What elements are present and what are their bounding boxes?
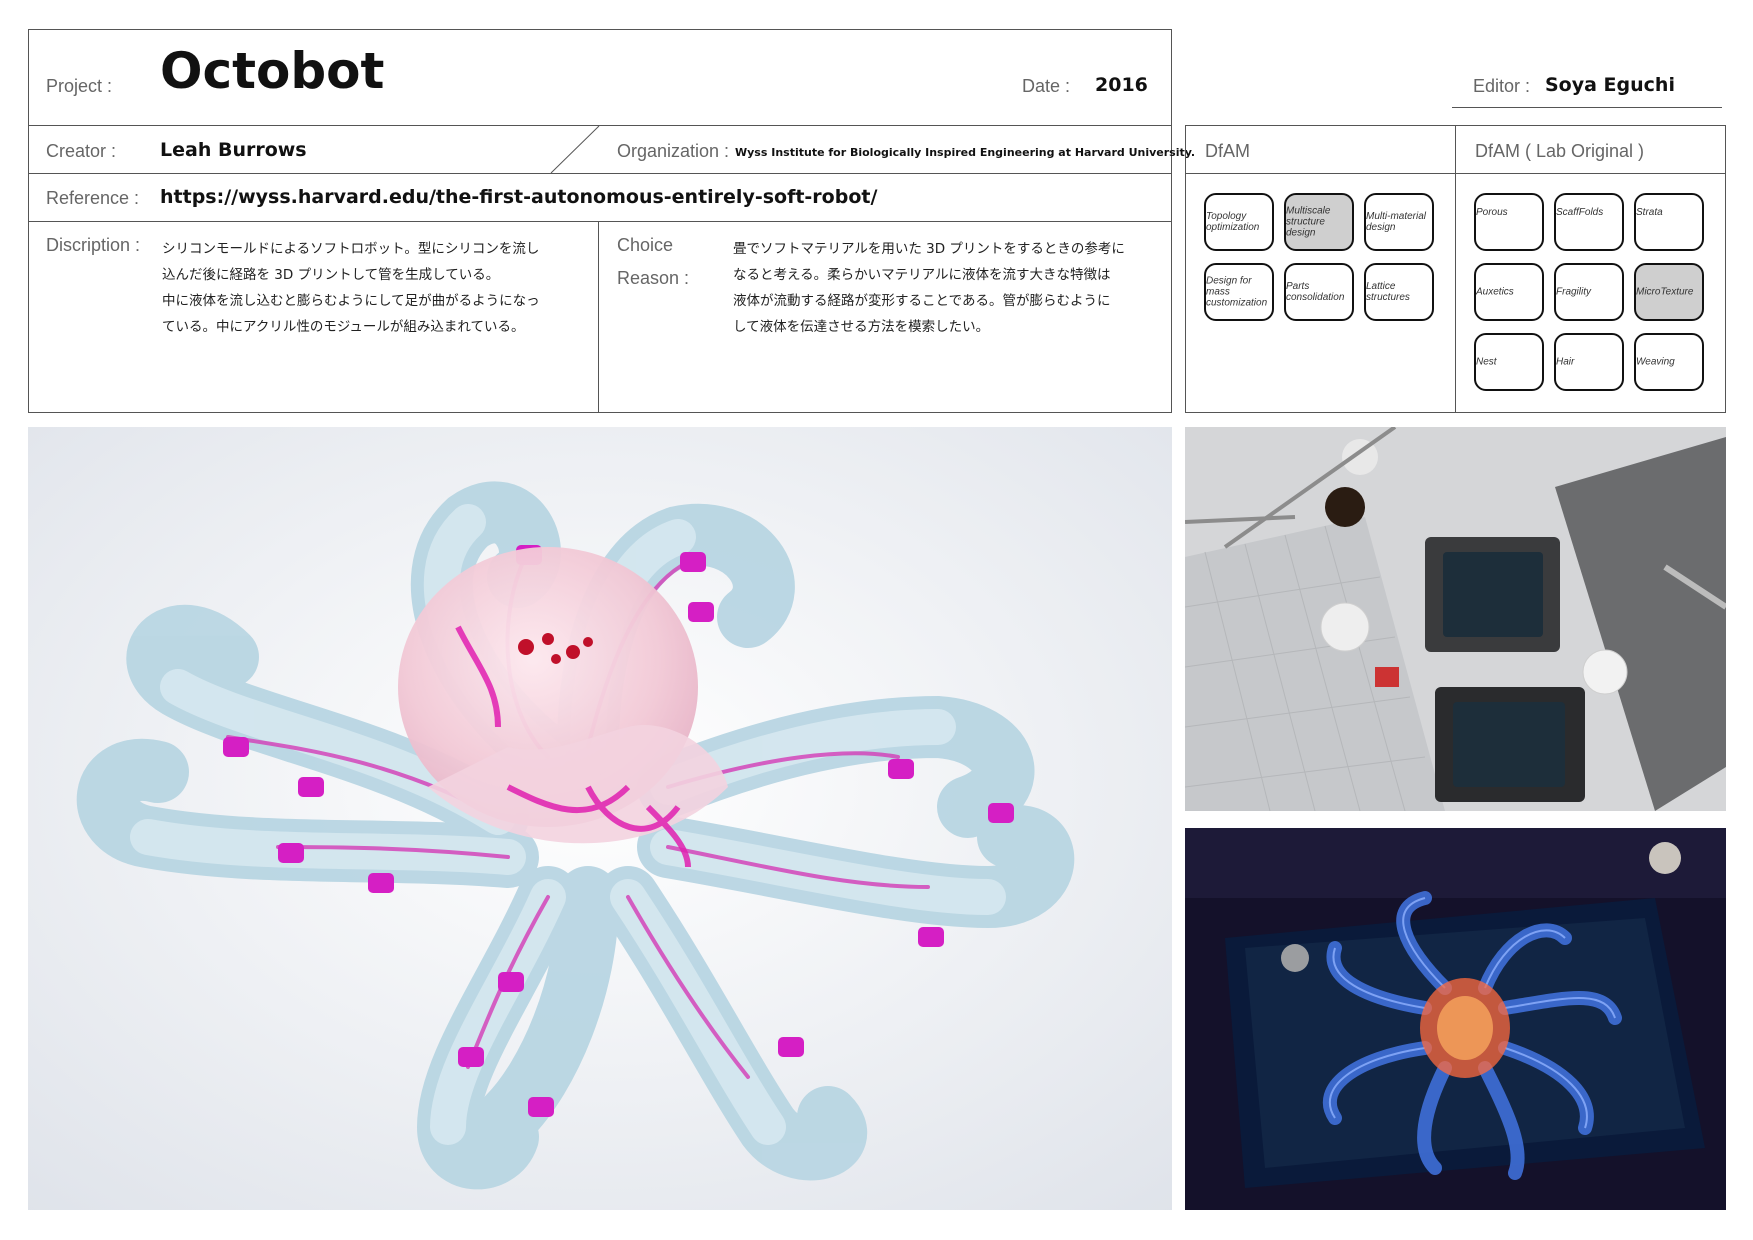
project-title: Octobot xyxy=(160,42,385,100)
lab-chip-microtexture[interactable]: MicroTexture xyxy=(1634,263,1704,321)
creator-value: Leah Burrows xyxy=(160,139,307,161)
reason-label: Reason : xyxy=(617,268,690,288)
organization-value: Wyss Institute for Biologically Inspired… xyxy=(735,146,1196,159)
date-label: Date : xyxy=(1022,76,1071,96)
dfam-chip-parts-consolidation[interactable]: Parts consolidation xyxy=(1284,263,1354,321)
dfam-chip-multi-material[interactable]: Multi-material design xyxy=(1364,193,1434,251)
choice-line: なると考える。柔らかいマテリアルに液体を流す大きな特徴は xyxy=(733,267,1111,283)
divider xyxy=(28,221,1172,222)
lab-chip-nest[interactable]: Nest xyxy=(1474,333,1544,391)
dfam-chip-lattice[interactable]: Lattice structures xyxy=(1364,263,1434,321)
choice-line: 液体が流動する経路が変形することである。管が膨らむように xyxy=(733,293,1111,309)
description-text: シリコンモールドによるソフトロボット。型にシリコンを流し 込んだ後に経路を 3D… xyxy=(162,236,540,340)
lab-chip-strata[interactable]: Strata xyxy=(1634,193,1704,251)
lab-chip-weaving[interactable]: Weaving xyxy=(1634,333,1704,391)
choice-line: して液体を伝達させる方法を模索したい。 xyxy=(733,319,990,335)
dfam-chip-mass-customization[interactable]: Design for mass customization xyxy=(1204,263,1274,321)
description-line: シリコンモールドによるソフトロボット。型にシリコンを流し xyxy=(162,241,540,257)
description-label: Discription : xyxy=(46,235,141,255)
lab-chip-scaffolds[interactable]: ScaffFolds xyxy=(1554,193,1624,251)
creator-label: Creator : xyxy=(46,141,117,161)
uv-glow-photo xyxy=(1185,828,1726,1210)
description-line: ている。中にアクリル性のモジュールが組み込まれている。 xyxy=(162,319,525,335)
dfam-chip-multiscale[interactable]: Multiscale structure design xyxy=(1284,193,1354,251)
lab-chip-porous[interactable]: Porous xyxy=(1474,193,1544,251)
lab-title: DfAM ( Lab Original ) xyxy=(1475,141,1645,161)
divider xyxy=(1455,125,1456,413)
editor-underline xyxy=(1452,107,1722,108)
lab-chip-hair[interactable]: Hair xyxy=(1554,333,1624,391)
divider xyxy=(28,173,1172,174)
lab-chip-auxetics[interactable]: Auxetics xyxy=(1474,263,1544,321)
divider xyxy=(598,221,599,413)
choice-reason-text: 畳でソフトマテリアルを用いた 3D プリントをするときの参考に なると考える。柔… xyxy=(733,236,1125,340)
description-line: 中に液体を流し込むと膨らむようにして足が曲がるようになっ xyxy=(162,293,540,309)
description-line: 込んだ後に経路を 3D プリントして管を生成している。 xyxy=(162,267,500,283)
choice-line: 畳でソフトマテリアルを用いた 3D プリントをするときの参考に xyxy=(733,241,1125,257)
dfam-chip-topology[interactable]: Topology optimization xyxy=(1204,193,1274,251)
diagonal-divider xyxy=(550,125,600,174)
choice-label: Choice xyxy=(617,235,674,255)
organization-label: Organization : xyxy=(617,141,730,161)
editor-value: Soya Eguchi xyxy=(1545,74,1675,96)
fabrication-tools-photo xyxy=(1185,427,1726,811)
divider xyxy=(28,125,1172,126)
reference-label: Reference : xyxy=(46,188,140,208)
date-value: 2016 xyxy=(1095,74,1148,96)
dfam-title: DfAM xyxy=(1205,141,1250,161)
lab-chip-fragility[interactable]: Fragility xyxy=(1554,263,1624,321)
reference-link[interactable]: https://wyss.harvard.edu/the-first-auton… xyxy=(160,186,877,208)
editor-label: Editor : xyxy=(1473,76,1531,96)
octobot-photo xyxy=(28,427,1172,1210)
project-label: Project : xyxy=(46,76,113,96)
